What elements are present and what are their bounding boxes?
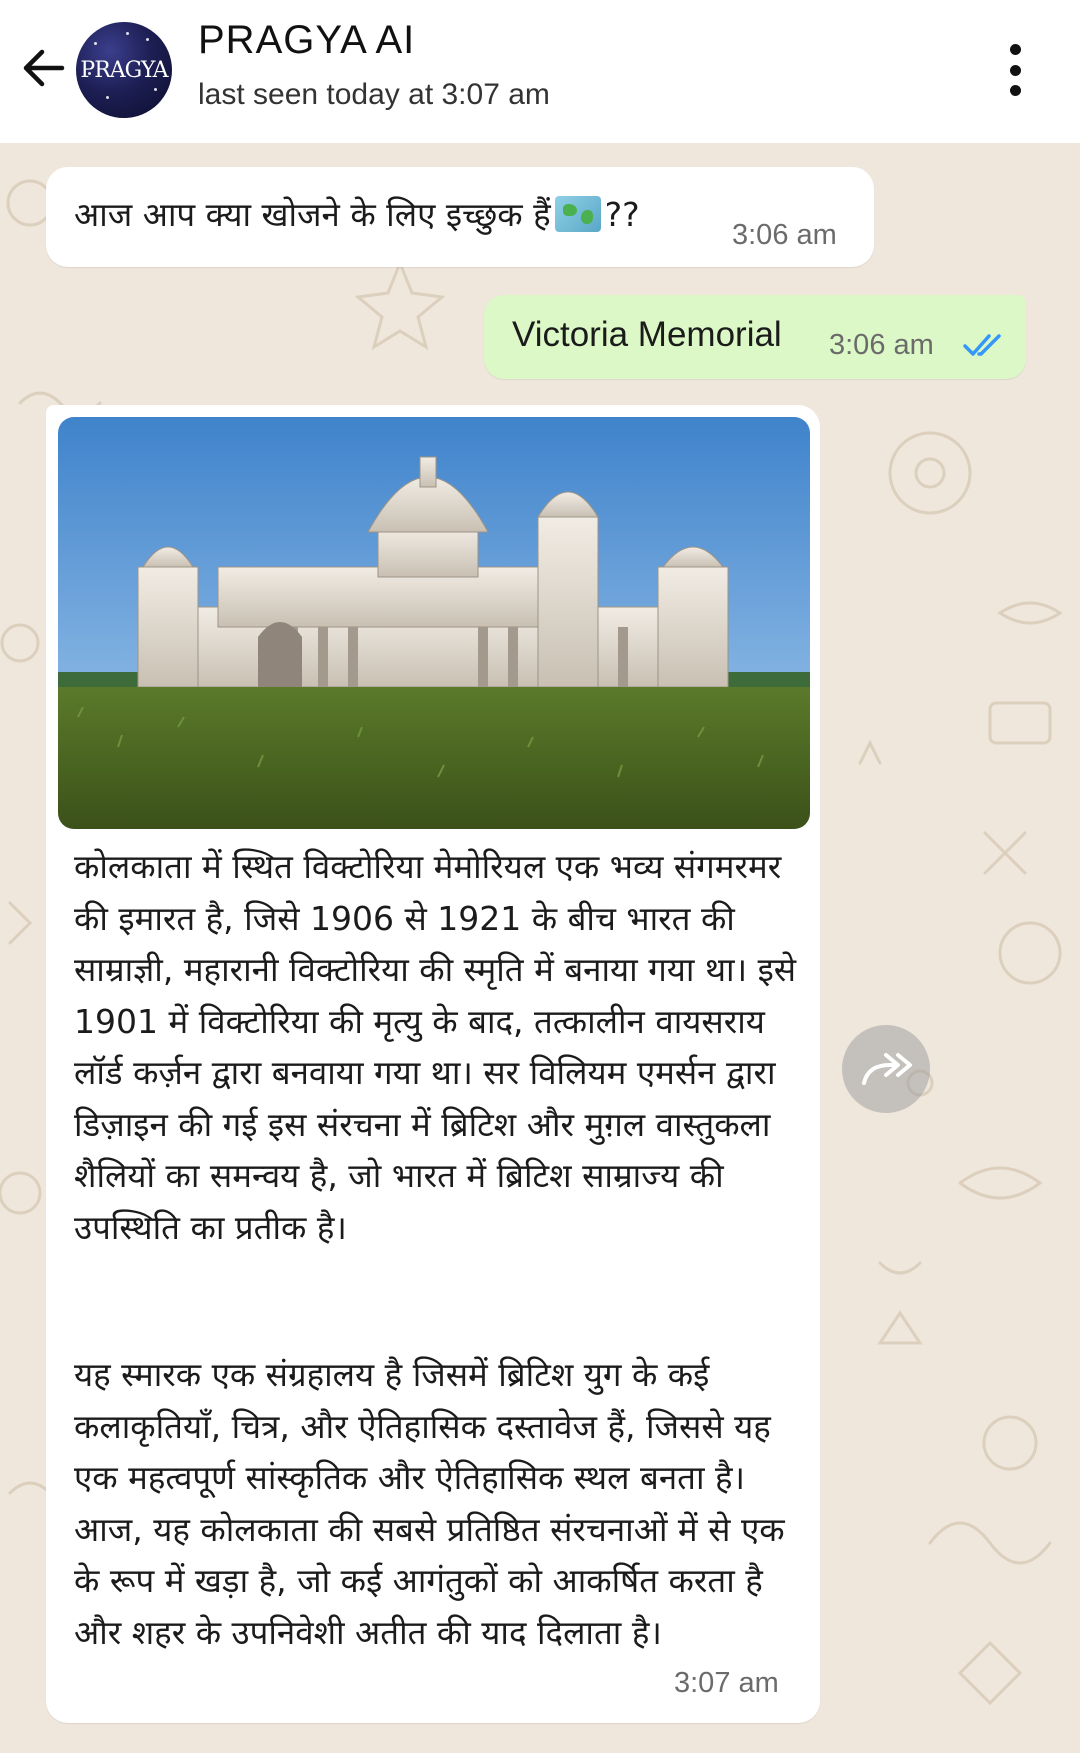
message-time: 3:06 am [732, 219, 837, 251]
arrow-left-icon[interactable] [18, 42, 70, 94]
avatar[interactable]: PRAGYA [76, 22, 172, 118]
more-vertical-icon[interactable] [1000, 44, 1030, 96]
victoria-memorial-photo[interactable] [58, 417, 810, 829]
avatar-logo-text: PRAGYA [80, 57, 168, 83]
message-time: 3:06 am [829, 329, 934, 361]
message-time: 3:07 am [674, 1667, 779, 1699]
world-map-icon [554, 196, 601, 232]
message-text-main: आज आप क्या खोजने के लिए इच्छुक हैं [74, 195, 551, 234]
forward-arrow-icon[interactable] [842, 1025, 930, 1113]
message-paragraph: कोलकाता में स्थित विक्टोरिया मेमोरियल एक… [74, 847, 797, 1247]
chat-title[interactable]: PRAGYA AI [198, 18, 415, 63]
message-bubble-incoming[interactable]: कोलकाता में स्थित विक्टोरिया मेमोरियल एक… [46, 405, 820, 1723]
message-text: आज आप क्या खोजने के लिए इच्छुक हैं?? [74, 191, 640, 236]
chat-header: PRAGYA PRAGYA AI last seen today at 3:07… [0, 0, 1080, 143]
message-text-suffix: ?? [604, 195, 640, 234]
message-bubble-outgoing[interactable]: Victoria Memorial 3:06 am [484, 295, 1026, 379]
last-seen-status: last seen today at 3:07 am [198, 78, 550, 111]
message-bubble-incoming[interactable]: आज आप क्या खोजने के लिए इच्छुक हैं?? 3:0… [46, 167, 874, 267]
chat-area[interactable]: आज आप क्या खोजने के लिए इच्छुक हैं?? 3:0… [0, 143, 1080, 1753]
message-paragraph: यह स्मारक एक संग्रहालय है जिसमें ब्रिटिश… [74, 1355, 785, 1652]
message-text: Victoria Memorial [512, 315, 782, 354]
double-check-read-icon [963, 334, 1001, 356]
